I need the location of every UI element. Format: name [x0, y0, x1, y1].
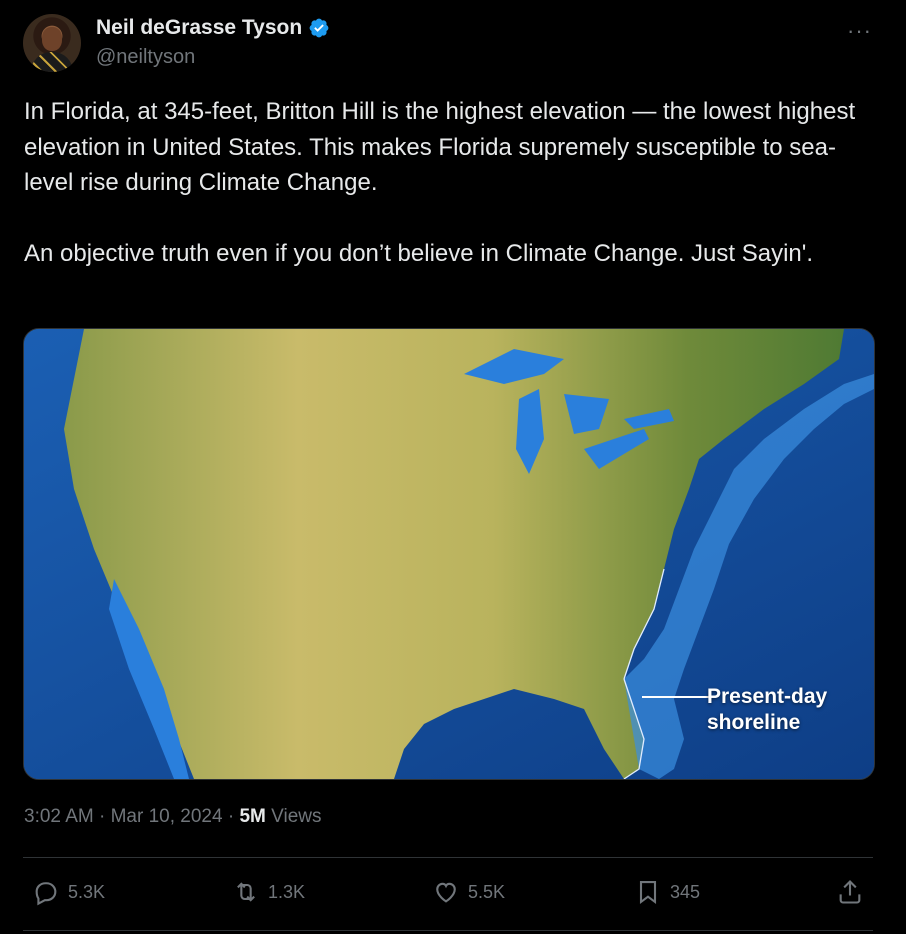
- heart-icon: [436, 882, 456, 903]
- shoreline-caption: Present-day shoreline: [707, 685, 828, 734]
- bookmark-count: 345: [670, 881, 701, 902]
- author-name-text[interactable]: Neil deGrasse Tyson: [96, 16, 302, 40]
- like-count: 5.5K: [468, 881, 506, 902]
- author-name[interactable]: Neil deGrasse Tyson: [96, 16, 330, 40]
- bookmark-button[interactable]: 345: [634, 878, 700, 906]
- meta-separator: ·: [227, 806, 240, 827]
- tweet-paragraph-1: In Florida, at 345-feet, Britton Hill is…: [24, 98, 856, 196]
- reply-button[interactable]: 5.3K: [32, 878, 105, 906]
- repost-icon: [237, 882, 255, 902]
- tweet-paragraph-2: An objective truth even if you don’t bel…: [24, 239, 814, 267]
- reply-icon: [35, 882, 57, 906]
- author-handle[interactable]: @neiltyson: [96, 46, 195, 69]
- like-button[interactable]: 5.5K: [432, 878, 505, 906]
- avatar[interactable]: [23, 14, 81, 72]
- share-icon: [839, 880, 861, 904]
- tweet-media-map[interactable]: Present-day shoreline: [23, 328, 875, 780]
- bottom-divider: [23, 930, 873, 931]
- shoreline-pointer-line: [642, 696, 716, 698]
- tweet-text: In Florida, at 345-feet, Britton Hill is…: [24, 94, 874, 271]
- repost-button[interactable]: 1.3K: [232, 878, 305, 906]
- verified-badge-icon[interactable]: [308, 17, 330, 39]
- views-label: Views: [271, 806, 322, 827]
- tweet-date[interactable]: Mar 10, 2024: [111, 806, 223, 827]
- views-count: 5M: [239, 806, 266, 827]
- more-options-icon[interactable]: ···: [847, 18, 872, 44]
- reply-count: 5.3K: [68, 881, 106, 902]
- tweet-time[interactable]: 3:02 AM: [24, 806, 94, 827]
- bookmark-icon: [639, 881, 657, 905]
- avatar-face: [42, 27, 62, 51]
- tweet-meta: 3:02 AM · Mar 10, 2024 · 5M Views: [24, 806, 322, 828]
- meta-separator: ·: [99, 806, 111, 827]
- repost-count: 1.3K: [268, 881, 306, 902]
- avatar-shirt: [31, 52, 73, 72]
- action-bar: 5.3K 1.3K 5.5K 345: [0, 874, 906, 914]
- divider: [23, 857, 873, 858]
- share-button[interactable]: [836, 878, 864, 906]
